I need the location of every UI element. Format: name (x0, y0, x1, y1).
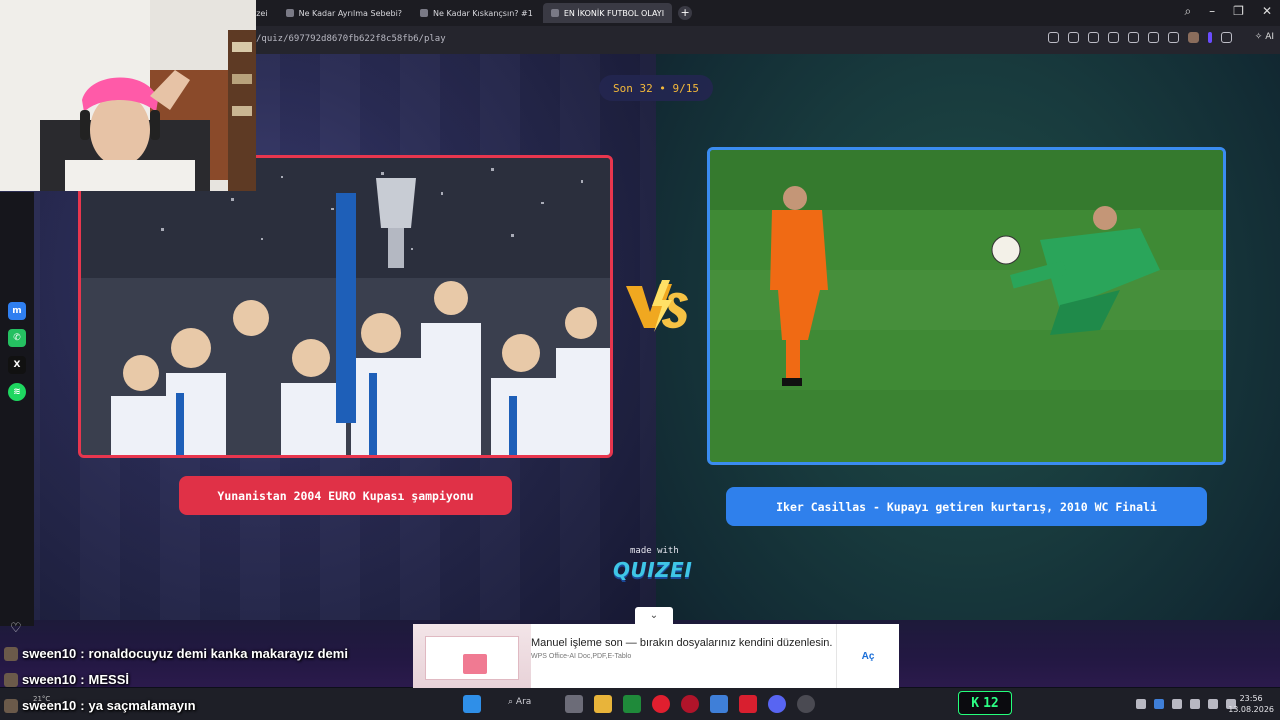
task-view-icon[interactable] (565, 695, 583, 713)
score-value: 12 (983, 695, 999, 711)
download-icon[interactable] (1148, 32, 1159, 43)
play-icon[interactable] (1108, 32, 1119, 43)
quizei-logo[interactable]: QUIZEI (613, 558, 692, 582)
file-explorer-icon[interactable] (594, 695, 612, 713)
k-logo-icon: K (971, 695, 980, 711)
tab-label: izei (254, 8, 268, 18)
ad-thumbnail-image (413, 624, 531, 688)
nvidia-icon[interactable] (623, 695, 641, 713)
steam-icon[interactable] (797, 695, 815, 713)
tab-label: Ne Kadar Ayrılma Sebebi? (298, 8, 403, 18)
browser-tab[interactable]: Ne Kadar Ayrılma Sebebi? (278, 3, 410, 23)
chat-text: ya saçmalamayın (88, 698, 196, 713)
avatar (4, 672, 18, 687)
made-with-label: made with (630, 546, 679, 556)
ad-subtitle: WPS Office-AI Doc,PDF,E-Tablo (531, 653, 632, 660)
sparkle-icon: ✧ (1254, 32, 1263, 42)
spotify-icon[interactable]: ≋ (8, 383, 26, 401)
chat-username: sween10 (22, 698, 77, 713)
extensions-icon[interactable] (1208, 32, 1212, 43)
browser-tab[interactable]: Ne Kadar Kıskançsın? #1 (412, 3, 541, 23)
chat-message: sween10 : ya saçmalamayın (4, 698, 196, 713)
favicon-icon (420, 9, 429, 17)
favicon-icon (285, 9, 294, 17)
edit-icon[interactable] (1048, 32, 1059, 43)
chevron-up-icon[interactable] (1136, 699, 1146, 709)
tab-label: EN İKONİK FUTBOL OLAYI (563, 8, 665, 18)
discord-icon[interactable] (768, 695, 786, 713)
chat-text: MESSİ (88, 672, 130, 687)
trophy-celebration-image (81, 158, 610, 455)
search-icon: ⌕ (508, 697, 516, 707)
webcam-overlay (0, 0, 256, 191)
camera-icon[interactable] (1068, 32, 1079, 43)
clock[interactable]: 23:56 13.08.2026 (1228, 693, 1274, 715)
ai-label: AI (1265, 32, 1274, 42)
maximize-icon[interactable]: ❐ (1233, 4, 1244, 19)
vs-badge-icon (626, 280, 688, 332)
tab-label: Ne Kadar Kıskançsın? #1 (433, 8, 533, 18)
heart-icon[interactable] (1128, 32, 1139, 43)
window-controls: ⌕ – ❐ ✕ (1184, 4, 1272, 19)
toolbar (1048, 32, 1232, 43)
whatsapp-icon[interactable]: ✆ (8, 329, 26, 347)
windows-start-icon[interactable] (463, 695, 481, 713)
x-icon[interactable]: X (8, 356, 26, 374)
avatar (4, 698, 18, 713)
search-icon[interactable]: ⌕ (1184, 4, 1191, 19)
left-option-card[interactable] (78, 155, 613, 458)
menu-icon[interactable] (1168, 32, 1179, 43)
clock-time: 23:56 (1239, 694, 1263, 703)
tray-app-icon[interactable] (1154, 699, 1164, 709)
messenger-icon[interactable]: m (8, 302, 26, 320)
settings-icon[interactable] (1221, 32, 1232, 43)
social-sidebar: m ✆ X ≋ (0, 192, 34, 626)
webcam-feed-image (0, 0, 256, 191)
chat-message: sween10 : ronaldocuyuz demi kanka makara… (4, 646, 348, 661)
app-icon[interactable] (681, 695, 699, 713)
ad-title: Manuel işleme son — bırakın dosyalarınız… (531, 637, 833, 649)
chat-text: ronaldocuyuz demi kanka makarayız demi (88, 646, 348, 661)
goalkeeper-save-image (710, 150, 1223, 462)
screen: izei Ne Kadar Ayrılma Sebebi? Ne Kadar K… (0, 0, 1280, 720)
opera-icon[interactable] (652, 695, 670, 713)
taskbar-search[interactable]: ⌕ Ara (508, 697, 531, 707)
ad-text: Manuel işleme son — bırakın dosyalarınız… (531, 624, 836, 688)
right-option-label[interactable]: Iker Casillas - Kupayı getiren kurtarış,… (726, 487, 1207, 526)
avatar (4, 646, 18, 661)
new-tab-button[interactable]: + (678, 6, 693, 20)
minimize-icon[interactable]: – (1209, 4, 1215, 19)
left-option-label[interactable]: Yunanistan 2004 EURO Kupası şampiyonu (179, 476, 512, 515)
microphone-icon[interactable] (1172, 699, 1182, 709)
shield-icon[interactable] (1088, 32, 1099, 43)
score-widget: K 12 (958, 691, 1012, 715)
ad-banner[interactable]: Manuel işleme son — bırakın dosyalarınız… (413, 624, 899, 688)
chevron-down-icon[interactable]: ⌄ (635, 607, 673, 624)
monitor-icon[interactable] (1190, 699, 1200, 709)
browser-tab-active[interactable]: EN İKONİK FUTBOL OLAYI (542, 3, 673, 23)
ai-button[interactable]: ✧ AI (1255, 32, 1274, 42)
url-field[interactable]: /quiz/697792d8670fb622f8c58fb6/play (256, 34, 446, 44)
chat-message: sween10 : MESSİ (4, 672, 129, 687)
favicon-icon (550, 9, 559, 17)
ad-open-button[interactable]: Aç (836, 624, 899, 688)
wps-icon[interactable] (739, 695, 757, 713)
round-indicator: Son 32 • 9/15 (599, 75, 713, 101)
chat-username: sween10 (22, 646, 77, 661)
shield-app-icon[interactable] (710, 695, 728, 713)
chat-username: sween10 (22, 672, 77, 687)
search-label: Ara (515, 697, 532, 707)
close-icon[interactable]: ✕ (1262, 4, 1272, 19)
right-option-card[interactable] (707, 147, 1226, 465)
clock-date: 13.08.2026 (1228, 705, 1274, 714)
favorite-heart-icon[interactable]: ♡ (10, 621, 22, 636)
profile-icon[interactable] (1188, 32, 1199, 43)
wifi-icon[interactable] (1208, 699, 1218, 709)
